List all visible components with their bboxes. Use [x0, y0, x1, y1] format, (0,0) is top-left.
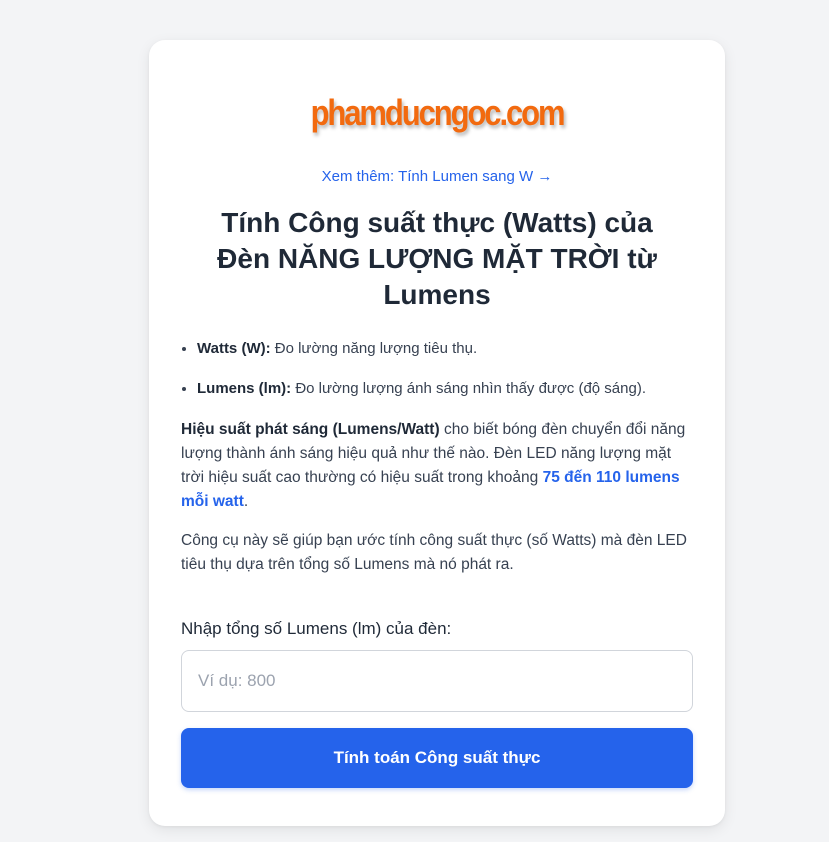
- efficiency-end: .: [243, 493, 249, 510]
- definition-watts: Watts (W): Đo lường năng lượng tiêu thụ.: [197, 338, 693, 360]
- calculator-card: phamducngoc.com Xem thêm: Tính Lumen san…: [149, 40, 725, 826]
- tool-description: Công cụ này sẽ giúp bạn ước tính công su…: [181, 532, 687, 573]
- lumens-input-label: Nhập tổng số Lumens (lm) của đèn:: [181, 619, 452, 638]
- definition-lumens: Lumens (lm): Đo lường lượng ánh sáng nhì…: [197, 378, 693, 400]
- logo-container: phamducngoc.com: [181, 92, 693, 136]
- efficiency-paragraph: Hiệu suất phát sáng (Lumens/Watt) cho bi…: [181, 418, 693, 514]
- definition-desc: Đo lường năng lượng tiêu thụ.: [270, 340, 478, 357]
- calculate-button[interactable]: Tính toán Công suất thực: [181, 728, 693, 788]
- definition-term: Watts (W):: [197, 340, 271, 357]
- definition-desc: Đo lường lượng ánh sáng nhìn thấy được (…: [291, 380, 647, 397]
- see-more-link[interactable]: Xem thêm: Tính Lumen sang W →: [181, 168, 693, 185]
- efficiency-term: Hiệu suất phát sáng (Lumens/Watt): [181, 421, 440, 438]
- lumens-input[interactable]: [181, 650, 693, 712]
- definition-list: Watts (W): Đo lường năng lượng tiêu thụ.…: [181, 338, 693, 400]
- page-title: Tính Công suất thực (Watts) của Đèn NĂNG…: [217, 207, 657, 310]
- site-logo[interactable]: phamducngoc.com: [311, 92, 566, 134]
- definition-term: Lumens (lm):: [197, 380, 292, 397]
